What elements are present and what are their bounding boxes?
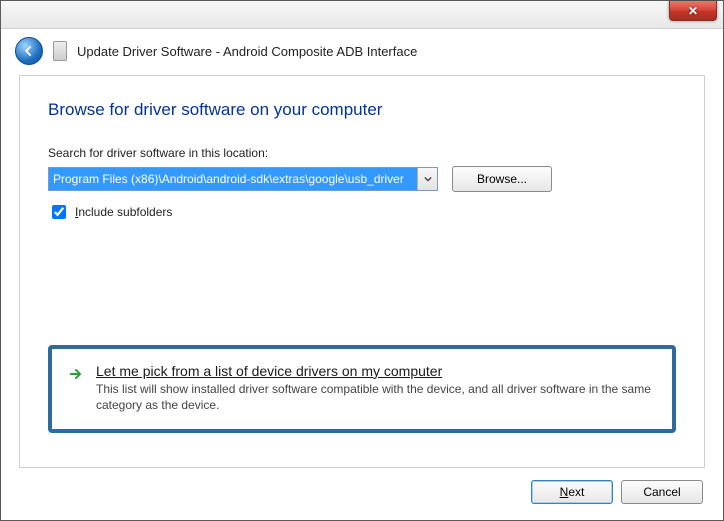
- browse-button[interactable]: Browse...: [452, 166, 552, 192]
- path-combobox[interactable]: [48, 167, 438, 191]
- path-input[interactable]: [49, 168, 417, 190]
- arrow-right-icon: [68, 366, 84, 382]
- path-row: Browse...: [48, 166, 676, 192]
- back-arrow-icon: [22, 44, 36, 58]
- option-description: This list will show installed driver sof…: [96, 381, 656, 413]
- pick-from-list-option[interactable]: Let me pick from a list of device driver…: [48, 345, 676, 433]
- include-subfolders-row[interactable]: Include subfolders: [48, 202, 676, 222]
- page-heading: Browse for driver software on your compu…: [48, 100, 676, 120]
- cancel-button[interactable]: Cancel: [621, 480, 703, 504]
- option-text: Let me pick from a list of device driver…: [96, 363, 656, 413]
- content-area: Browse for driver software on your compu…: [19, 75, 705, 468]
- search-location-label: Search for driver software in this locat…: [48, 146, 676, 160]
- header: Update Driver Software - Android Composi…: [1, 29, 723, 75]
- path-dropdown-arrow[interactable]: [417, 168, 437, 190]
- device-icon: [53, 41, 67, 61]
- close-button[interactable]: ✕: [669, 1, 717, 21]
- include-subfolders-label: Include subfolders: [75, 205, 172, 219]
- titlebar: ✕: [1, 1, 723, 29]
- option-title: Let me pick from a list of device driver…: [96, 363, 656, 379]
- window-title: Update Driver Software - Android Composi…: [77, 44, 417, 59]
- back-button[interactable]: [15, 37, 43, 65]
- dialog-window: ✕ Update Driver Software - Android Compo…: [0, 0, 724, 521]
- close-icon: ✕: [688, 5, 698, 17]
- next-button[interactable]: Next: [531, 480, 613, 504]
- footer-buttons: Next Cancel: [1, 480, 723, 520]
- include-subfolders-checkbox[interactable]: [52, 205, 66, 219]
- chevron-down-icon: [424, 175, 432, 183]
